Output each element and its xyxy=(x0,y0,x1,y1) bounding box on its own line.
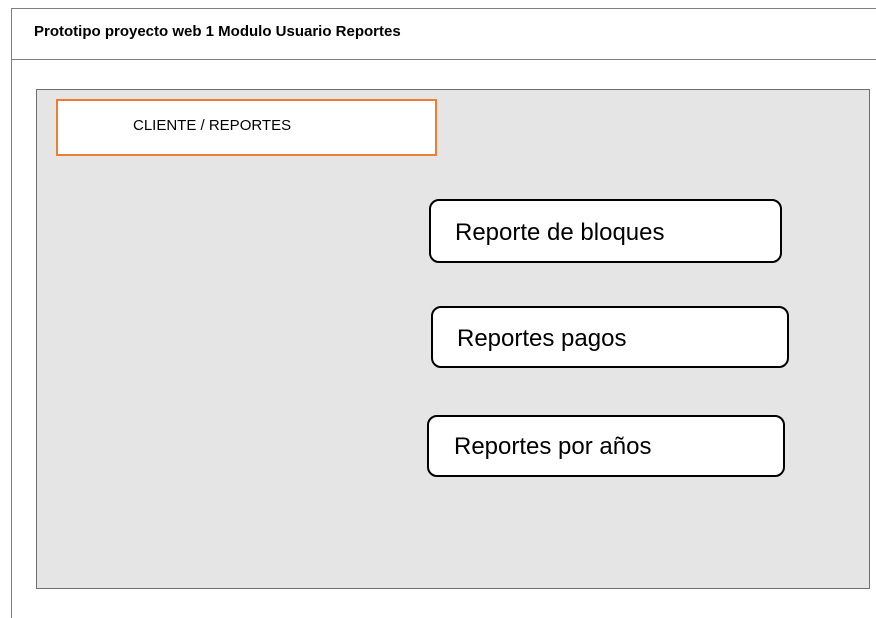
left-divider xyxy=(11,60,12,618)
section-header-label: CLIENTE / REPORTES xyxy=(133,117,292,134)
page-title: Prototipo proyecto web 1 Modulo Usuario … xyxy=(34,23,401,40)
block-report-label: Reporte de bloques xyxy=(455,219,665,246)
prototype-page: Prototipo proyecto web 1 Modulo Usuario … xyxy=(0,0,876,618)
yearly-report-label: Reportes por años xyxy=(454,433,652,460)
block-report-button[interactable]: Reporte de bloques xyxy=(429,199,782,263)
payments-report-button[interactable]: Reportes pagos xyxy=(431,306,789,368)
payments-report-label: Reportes pagos xyxy=(457,325,627,352)
yearly-report-button[interactable]: Reportes por años xyxy=(427,415,785,477)
